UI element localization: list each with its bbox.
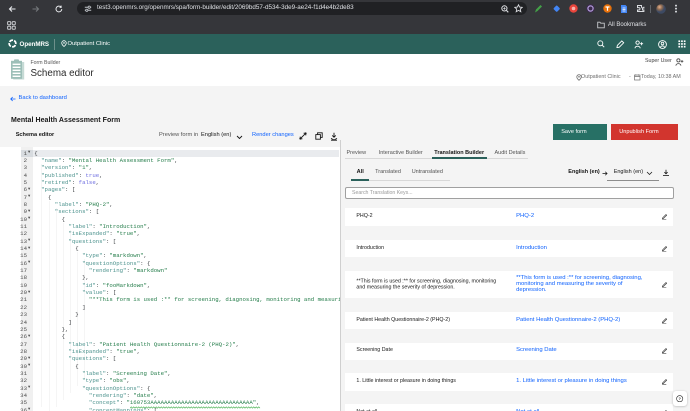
svg-text:?: ? (679, 396, 682, 401)
